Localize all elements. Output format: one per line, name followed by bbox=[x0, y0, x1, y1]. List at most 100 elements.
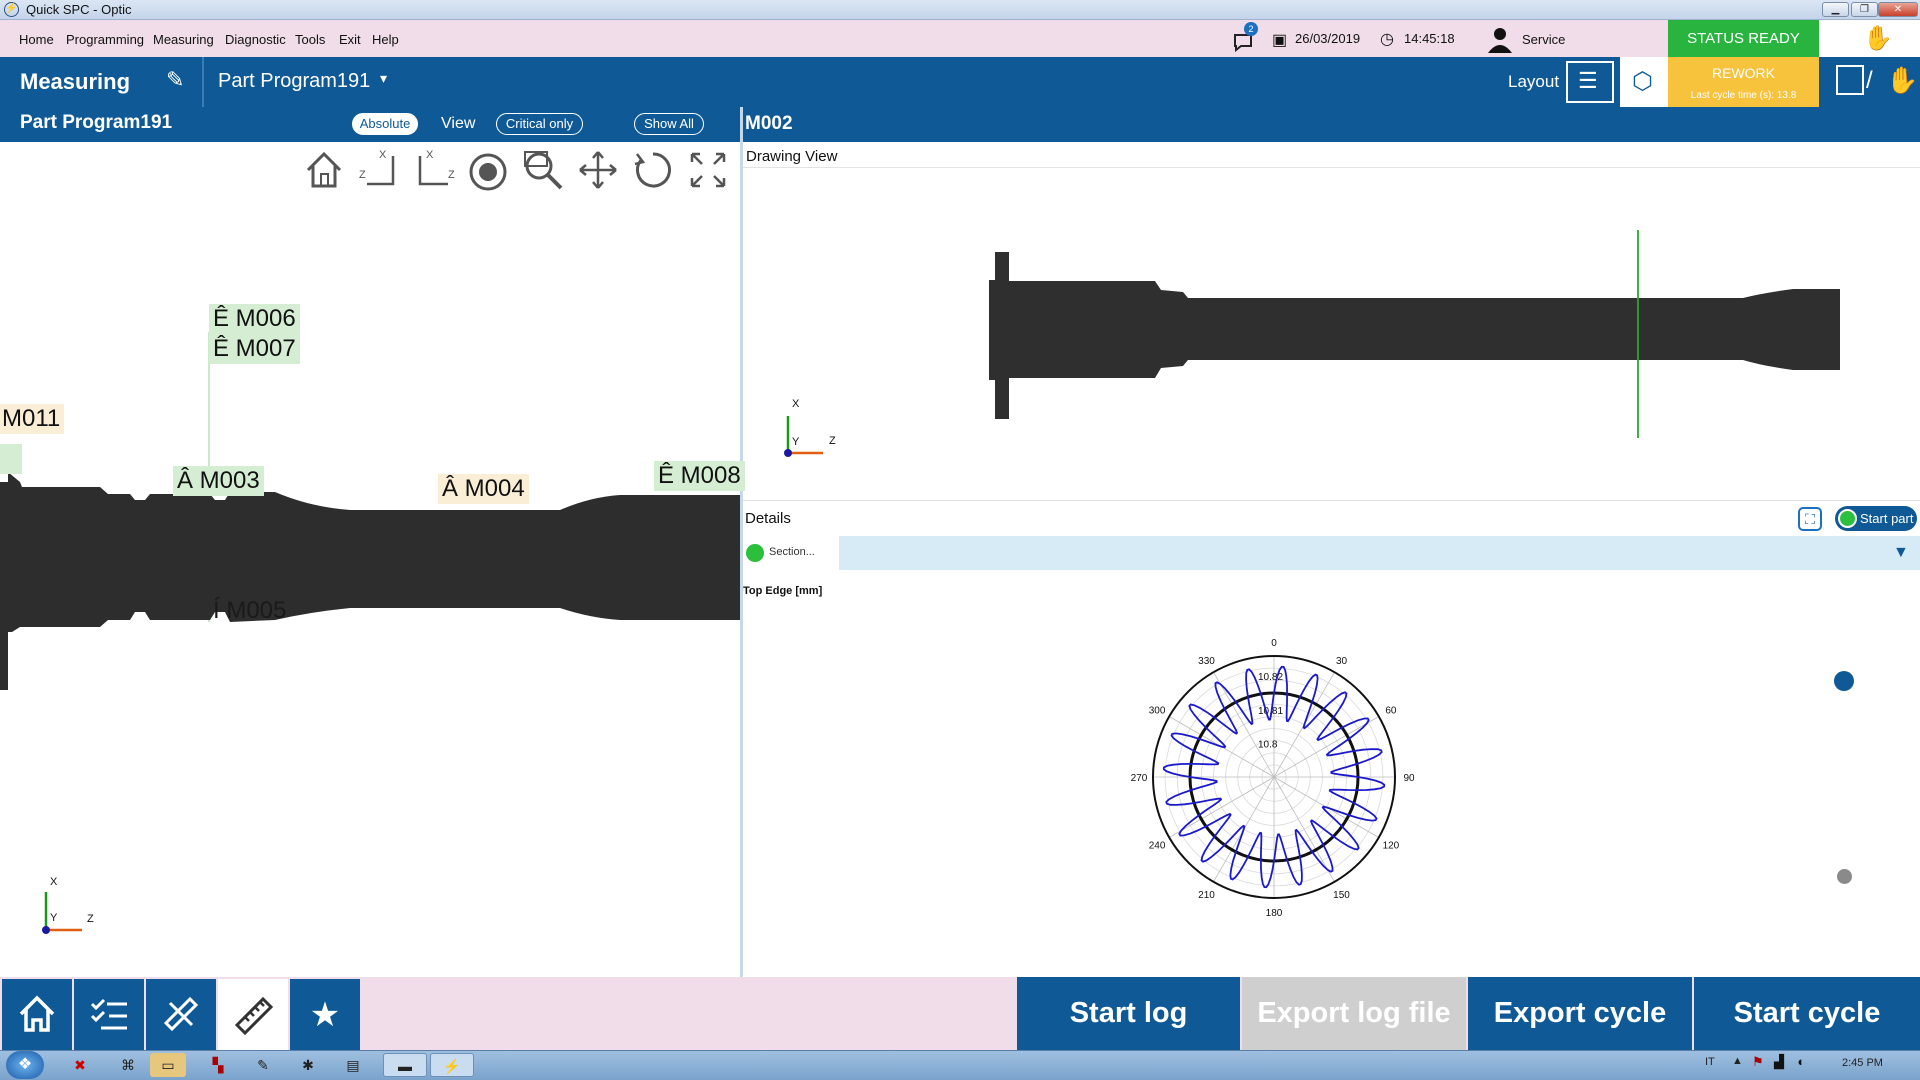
taskbar-quickspc-icon[interactable]: ⚡ bbox=[430, 1053, 474, 1077]
home-icon bbox=[19, 995, 55, 1032]
axis-z-label: Z bbox=[87, 913, 94, 925]
scroll-indicator-active[interactable] bbox=[1834, 671, 1854, 691]
windows-taskbar bbox=[0, 1050, 1920, 1080]
drawing-view-label: Drawing View bbox=[746, 148, 838, 165]
calendar-icon: ▣ bbox=[1272, 32, 1288, 49]
axis-triad-left bbox=[42, 892, 82, 934]
restore-button[interactable]: ❐ bbox=[1851, 2, 1878, 17]
tag-m006[interactable]: Ê M006 bbox=[209, 304, 300, 334]
program-selector[interactable]: Part Program191 bbox=[218, 70, 370, 93]
taskbar-notepad-icon[interactable]: ✎ bbox=[245, 1053, 281, 1077]
section-bar[interactable]: Section... ▼ bbox=[743, 536, 1920, 570]
nav-home-button[interactable] bbox=[2, 979, 72, 1050]
show-all-toggle[interactable]: Show All bbox=[634, 113, 704, 135]
right-panel-header: M002 bbox=[743, 107, 1920, 142]
tag-m003[interactable]: Â M003 bbox=[173, 466, 264, 496]
3d-layout-button[interactable]: ⬡ bbox=[1620, 57, 1668, 107]
polar-angle-tick: 120 bbox=[1383, 841, 1400, 852]
start-menu-button[interactable]: ❖ bbox=[6, 1051, 44, 1079]
clock-icon: ◷ bbox=[1380, 31, 1394, 48]
taskbar-app-1-icon[interactable]: ✖ bbox=[62, 1053, 98, 1077]
expand-icon[interactable]: ⛶ bbox=[1798, 507, 1822, 531]
export-log-file-button[interactable]: Export log file bbox=[1242, 977, 1466, 1050]
start-part-label: Start part bbox=[1860, 511, 1914, 526]
checklist-icon bbox=[90, 998, 127, 1030]
left-panel-title: Part Program191 bbox=[20, 112, 173, 133]
minimize-button[interactable]: ▁ bbox=[1822, 2, 1849, 17]
close-window-button[interactable]: ✕ bbox=[1878, 2, 1918, 17]
menu-exit[interactable]: Exit bbox=[339, 32, 361, 47]
main-toolbar: Measuring ✎ Part Program191 ▾ Layout ☰ ⬡… bbox=[0, 57, 1920, 107]
critical-only-toggle[interactable]: Critical only bbox=[496, 113, 583, 135]
menu-measuring[interactable]: Measuring bbox=[153, 32, 214, 47]
section-label: Section... bbox=[769, 546, 815, 558]
polar-angle-tick: 300 bbox=[1149, 706, 1166, 717]
scroll-indicator-inactive[interactable] bbox=[1837, 869, 1852, 884]
drawing-axis-x: X bbox=[792, 398, 800, 410]
section-dropdown-icon[interactable]: ▼ bbox=[1893, 544, 1909, 562]
list-icon: ☰ bbox=[1578, 68, 1598, 93]
axis-x-label: X bbox=[50, 876, 58, 888]
polar-angle-tick: 240 bbox=[1149, 841, 1166, 852]
menu-diagnostic[interactable]: Diagnostic bbox=[225, 32, 286, 47]
part-3d-view[interactable] bbox=[0, 142, 740, 977]
taskbar-app-6-icon[interactable]: ✱ bbox=[290, 1053, 326, 1077]
taskbar-lang[interactable]: IT bbox=[1705, 1056, 1715, 1068]
taskbar-folder-icon[interactable]: ▭ bbox=[150, 1053, 186, 1077]
window-title: Quick SPC - Optic bbox=[26, 2, 132, 17]
star-icon: ★ bbox=[309, 996, 341, 1034]
right-panel-title: M002 bbox=[745, 113, 793, 134]
export-cycle-button[interactable]: Export cycle bbox=[1468, 977, 1692, 1050]
view-label: View bbox=[441, 115, 476, 132]
axis-y-label: Y bbox=[50, 912, 58, 924]
menu-tools[interactable]: Tools bbox=[295, 32, 325, 47]
edit-pencil-icon[interactable]: ✎ bbox=[166, 67, 184, 93]
notifications-button[interactable]: 2 bbox=[1232, 22, 1258, 53]
taskbar-app-7-icon[interactable]: ▤ bbox=[335, 1053, 371, 1077]
polar-angle-tick: 90 bbox=[1403, 773, 1415, 784]
start-cycle-button[interactable]: Start cycle bbox=[1694, 977, 1920, 1050]
chevron-down-icon[interactable]: ▾ bbox=[380, 70, 387, 87]
polar-chart: 030609012015018021024027030033010.810.81… bbox=[1131, 638, 1415, 919]
tray-network-icon[interactable]: ▟ bbox=[1774, 1054, 1784, 1070]
polar-angle-tick: 30 bbox=[1336, 656, 1348, 667]
polar-angle-tick: 0 bbox=[1271, 638, 1277, 649]
hand-icon[interactable]: ✋ bbox=[1863, 24, 1893, 53]
axis-triad-drawing bbox=[784, 416, 823, 457]
tray-flag-icon[interactable]: ⚑ bbox=[1752, 1054, 1764, 1070]
hand-pan-icon[interactable]: ✋ bbox=[1886, 65, 1918, 96]
start-part-button[interactable]: Start part bbox=[1835, 506, 1917, 531]
app-icon: ⚡ bbox=[4, 2, 19, 17]
select-rectangle-icon[interactable] bbox=[1836, 65, 1864, 95]
tray-arrow-icon[interactable]: ▲ bbox=[1732, 1055, 1743, 1067]
last-cycle-label: Last cycle time (s): 13.8 bbox=[1690, 90, 1797, 101]
tag-m011[interactable]: M011 bbox=[0, 404, 65, 434]
tray-volume-icon[interactable]: ◖ bbox=[1796, 1054, 1804, 1069]
polar-angle-tick: 150 bbox=[1333, 890, 1350, 901]
section-tab[interactable]: Section... bbox=[743, 536, 839, 570]
tag-m004[interactable]: Â M004 bbox=[438, 474, 529, 504]
cube-icon: ⬡ bbox=[1632, 68, 1653, 95]
absolute-toggle[interactable]: Absolute bbox=[352, 113, 418, 135]
menu-help[interactable]: Help bbox=[372, 32, 399, 47]
taskbar-app-2-icon[interactable]: ⌘ bbox=[110, 1053, 146, 1077]
user-name[interactable]: Service bbox=[1522, 32, 1565, 47]
hand-tool-area[interactable]: ✋ bbox=[1819, 20, 1920, 57]
menu-home[interactable]: Home bbox=[19, 32, 54, 47]
nav-ruler-button[interactable] bbox=[218, 979, 288, 1050]
tag-m008[interactable]: Ê M008 bbox=[654, 461, 745, 491]
taskbar-app-4-icon[interactable]: ▚ bbox=[200, 1053, 236, 1077]
polar-angle-tick: 180 bbox=[1266, 908, 1283, 919]
menu-programming[interactable]: Programming bbox=[66, 32, 144, 47]
slash-icon[interactable]: / bbox=[1866, 67, 1873, 95]
start-log-button[interactable]: Start log bbox=[1017, 977, 1240, 1050]
nav-measure-edit-button[interactable] bbox=[146, 979, 216, 1050]
taskbar-app-8-icon[interactable]: ▬ bbox=[383, 1053, 427, 1077]
tag-m005[interactable]: Í M005 bbox=[209, 596, 290, 626]
nav-checklist-button[interactable] bbox=[74, 979, 144, 1050]
tag-m007[interactable]: Ê M007 bbox=[209, 334, 300, 364]
list-layout-button[interactable]: ☰ bbox=[1566, 61, 1614, 103]
drawing-canvas[interactable] bbox=[743, 168, 1920, 498]
nav-favorites-button[interactable]: ★ bbox=[290, 979, 360, 1050]
polar-angle-tick: 210 bbox=[1198, 890, 1215, 901]
